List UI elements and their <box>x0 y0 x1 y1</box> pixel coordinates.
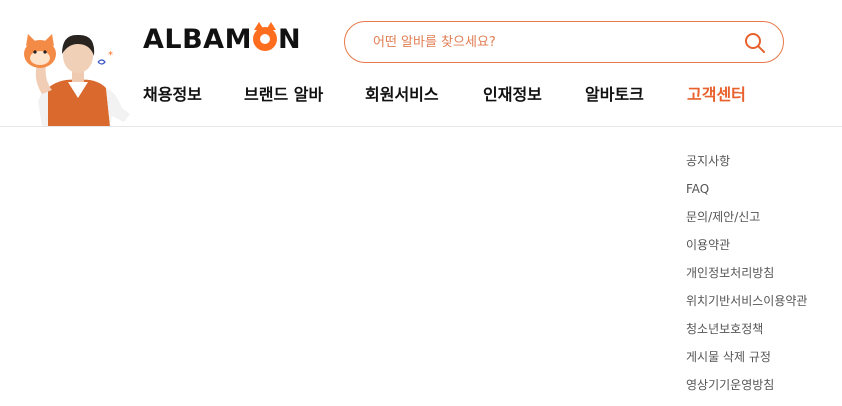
nav-item-member-service[interactable]: 회원서비스 <box>365 84 439 106</box>
submenu-item-notice[interactable]: 공지사항 <box>686 150 836 178</box>
albamon-logo[interactable]: ALBAM N <box>143 22 302 55</box>
search-bar <box>344 21 784 63</box>
logo-text-end: N <box>277 23 302 55</box>
nav-item-jobs[interactable]: 채용정보 <box>143 84 202 106</box>
search-icon[interactable] <box>743 31 767 55</box>
nav-item-albatalk[interactable]: 알바토크 <box>585 84 644 106</box>
submenu-item-post-deletion-rules[interactable]: 게시물 삭제 규정 <box>686 346 836 374</box>
submenu-item-inquiry[interactable]: 문의/제안/신고 <box>686 206 836 234</box>
logo-o-icon <box>252 22 277 51</box>
customer-center-submenu: 공지사항 FAQ 문의/제안/신고 이용약관 개인정보처리방침 위치기반서비스이… <box>686 150 836 402</box>
submenu-item-location-terms[interactable]: 위치기반서비스이용약관 <box>686 290 836 318</box>
submenu-item-cctv-policy[interactable]: 영상기기운영방침 <box>686 374 836 402</box>
submenu-item-privacy-policy[interactable]: 개인정보처리방침 <box>686 262 836 290</box>
submenu-item-terms[interactable]: 이용약관 <box>686 234 836 262</box>
site-header: * ALBAM N 채용정보 브랜드 알바 회원서비스 인재정보 알바토크 고객… <box>0 0 842 127</box>
nav-item-brand-jobs[interactable]: 브랜드 알바 <box>244 84 323 106</box>
mascot-illustration: * <box>24 34 130 126</box>
search-input[interactable] <box>373 32 733 52</box>
submenu-item-youth-protection[interactable]: 청소년보호정책 <box>686 318 836 346</box>
nav-item-customer-center[interactable]: 고객센터 <box>687 84 746 106</box>
logo-text-start: ALBAM <box>143 23 252 55</box>
nav-item-talent[interactable]: 인재정보 <box>483 84 542 106</box>
submenu-item-faq[interactable]: FAQ <box>686 178 836 206</box>
svg-text:*: * <box>108 50 113 61</box>
